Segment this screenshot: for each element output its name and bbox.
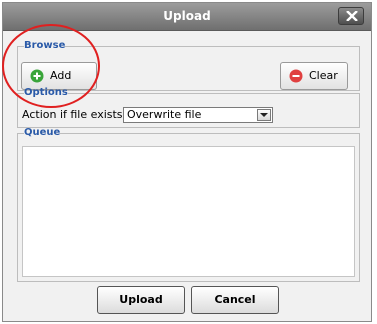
browse-section: Browse Add Clear [17, 41, 360, 91]
options-section: Options Action if file exists: Overwrite… [17, 88, 360, 128]
clear-button-label: Clear [309, 69, 338, 82]
clear-icon [289, 69, 303, 83]
add-button[interactable]: Add [21, 62, 97, 90]
chevron-down-icon [260, 113, 268, 117]
title-bar: Upload [3, 3, 371, 31]
action-if-exists-label: Action if file exists: [22, 108, 127, 121]
add-icon [30, 69, 44, 83]
close-button[interactable] [338, 7, 364, 25]
options-legend: Options [24, 87, 68, 98]
queue-list[interactable] [22, 146, 355, 277]
add-button-label: Add [50, 69, 72, 82]
queue-legend: Queue [24, 127, 61, 138]
close-icon [346, 11, 358, 21]
dropdown-arrow-icon[interactable] [257, 109, 271, 121]
action-if-exists-value: Overwrite file [127, 108, 202, 121]
queue-section: Queue [17, 128, 360, 282]
action-if-exists-select[interactable]: Overwrite file [123, 107, 273, 123]
clear-button[interactable]: Clear [280, 62, 348, 90]
browse-legend: Browse [24, 40, 66, 51]
dialog-title: Upload [163, 9, 211, 23]
upload-button[interactable]: Upload [97, 286, 185, 314]
cancel-button[interactable]: Cancel [191, 286, 279, 314]
